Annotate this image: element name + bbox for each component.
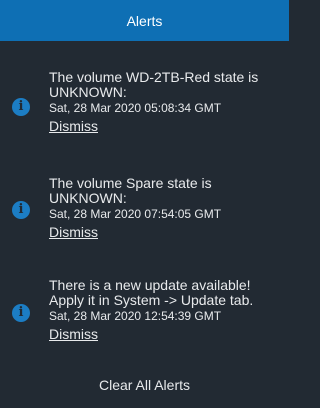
alert-timestamp: Sat, 28 Mar 2020 07:54:05 GMT bbox=[49, 207, 222, 221]
panel-title: Alerts bbox=[126, 12, 163, 29]
alert-message: The volume Spare state is UNKNOWN: bbox=[49, 175, 212, 206]
dismiss-link[interactable]: Dismiss bbox=[49, 225, 98, 240]
clear-all-alerts-button[interactable]: Clear All Alerts bbox=[0, 377, 289, 393]
info-icon: i bbox=[12, 201, 30, 219]
alerts-header: Alerts bbox=[0, 0, 289, 41]
alert-message: The volume WD-2TB-Red state is UNKNOWN: bbox=[49, 69, 259, 100]
dismiss-link[interactable]: Dismiss bbox=[49, 119, 98, 134]
alert-timestamp: Sat, 28 Mar 2020 12:54:39 GMT bbox=[49, 309, 222, 323]
info-icon: i bbox=[12, 304, 30, 322]
dismiss-link[interactable]: Dismiss bbox=[49, 327, 98, 342]
alert-timestamp: Sat, 28 Mar 2020 05:08:34 GMT bbox=[49, 101, 222, 115]
alert-message: There is a new update available! Apply i… bbox=[49, 277, 254, 308]
info-icon: i bbox=[12, 98, 30, 116]
